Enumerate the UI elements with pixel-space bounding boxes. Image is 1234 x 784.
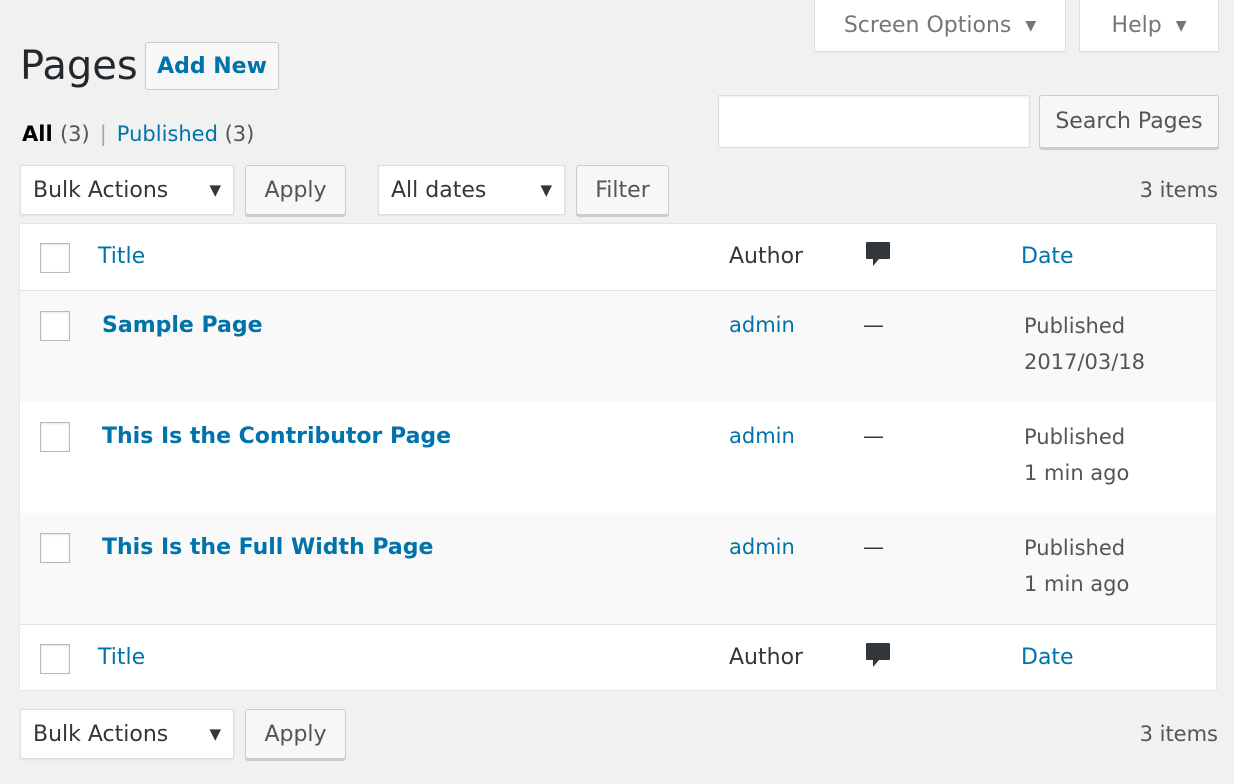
column-date-sort-link[interactable]: Date: [1021, 244, 1074, 269]
comment-count: —: [863, 535, 884, 559]
bulk-actions-select-bottom[interactable]: Bulk Actions ▼: [20, 709, 234, 759]
page-title: Pages: [20, 43, 138, 89]
caret-down-icon: ▼: [1025, 17, 1037, 34]
view-published-count: (3): [224, 122, 255, 146]
column-author-label: Author: [729, 244, 804, 269]
view-published-label: Published: [116, 122, 218, 146]
table-row: This Is the Contributor Page admin — Pub…: [20, 402, 1216, 513]
row-checkbox[interactable]: [40, 422, 70, 452]
table-footer-row: Title Author Date: [20, 624, 1216, 691]
select-all-checkbox[interactable]: [40, 243, 70, 273]
select-all-checkbox-footer[interactable]: [40, 644, 70, 674]
comment-count: —: [863, 313, 884, 337]
comment-bubble-icon: [866, 242, 890, 266]
publish-status: Published: [1024, 425, 1126, 449]
publish-status: Published: [1024, 536, 1126, 560]
search-input[interactable]: [718, 95, 1030, 148]
publish-status: Published: [1024, 314, 1126, 338]
author-link[interactable]: admin: [729, 313, 795, 337]
apply-button-top[interactable]: Apply: [245, 165, 346, 215]
table-row: This Is the Full Width Page admin — Publ…: [20, 513, 1216, 624]
items-count-bottom: 3 items: [1139, 722, 1218, 746]
view-published-link[interactable]: Published (3): [117, 122, 255, 146]
view-separator: |: [99, 122, 107, 146]
comment-count: —: [863, 424, 884, 448]
caret-down-icon: ▼: [1175, 17, 1187, 34]
date-cell: Published 1 min ago: [1024, 530, 1129, 602]
row-checkbox[interactable]: [40, 311, 70, 341]
bulk-actions-value: Bulk Actions: [33, 721, 169, 747]
view-all-link[interactable]: All (3): [22, 122, 90, 146]
bulk-actions-select-top[interactable]: Bulk Actions ▼: [20, 165, 234, 215]
column-title-sort-link[interactable]: Title: [98, 645, 145, 670]
page-title-link[interactable]: Sample Page: [102, 313, 263, 338]
page-title-link[interactable]: This Is the Full Width Page: [102, 535, 433, 560]
row-checkbox[interactable]: [40, 533, 70, 563]
table-header-row: Title Author Date: [20, 224, 1216, 291]
filter-button[interactable]: Filter: [576, 165, 669, 215]
caret-down-icon: ▼: [209, 181, 221, 199]
items-count-top: 3 items: [1139, 178, 1218, 202]
publish-date: 2017/03/18: [1024, 350, 1146, 374]
caret-down-icon: ▼: [209, 725, 221, 743]
status-filter-links: All (3) | Published (3): [22, 122, 254, 146]
screen-options-label: Screen Options: [843, 13, 1012, 38]
date-cell: Published 2017/03/18: [1024, 308, 1145, 380]
column-title-sort-link[interactable]: Title: [98, 244, 145, 269]
date-filter-value: All dates: [391, 177, 487, 203]
help-button[interactable]: Help ▼: [1079, 0, 1219, 52]
publish-date: 1 min ago: [1024, 572, 1130, 596]
date-cell: Published 1 min ago: [1024, 419, 1129, 491]
table-row: Sample Page admin — Published 2017/03/18: [20, 291, 1216, 402]
add-new-button[interactable]: Add New: [145, 42, 279, 90]
author-link[interactable]: admin: [729, 535, 795, 559]
view-all-label: All: [22, 122, 53, 146]
author-link[interactable]: admin: [729, 424, 795, 448]
apply-button-bottom[interactable]: Apply: [245, 709, 346, 759]
bulk-actions-value: Bulk Actions: [33, 177, 169, 203]
column-date-sort-link[interactable]: Date: [1021, 645, 1074, 670]
view-all-count: (3): [59, 122, 90, 146]
column-author-label: Author: [729, 645, 804, 670]
caret-down-icon: ▼: [540, 181, 552, 199]
pages-table: Title Author Date Sample Page admin — Pu…: [19, 223, 1217, 691]
help-label: Help: [1111, 13, 1162, 38]
publish-date: 1 min ago: [1024, 461, 1130, 485]
page-title-link[interactable]: This Is the Contributor Page: [102, 424, 451, 449]
date-filter-select[interactable]: All dates ▼: [378, 165, 565, 215]
search-pages-button[interactable]: Search Pages: [1039, 95, 1219, 148]
comment-bubble-icon: [866, 643, 890, 667]
screen-options-button[interactable]: Screen Options ▼: [814, 0, 1066, 52]
